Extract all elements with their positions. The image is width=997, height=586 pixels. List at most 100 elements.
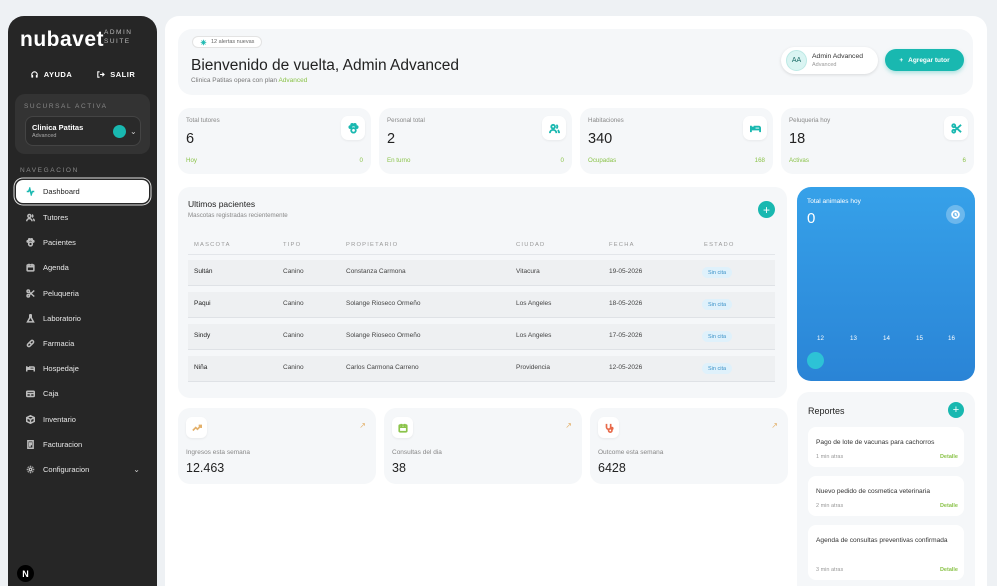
clock-icon[interactable] — [946, 205, 965, 224]
section-title: Reportes — [808, 406, 845, 416]
column-header: FECHA — [609, 242, 635, 248]
branch-section-title: SUCURSAL ACTIVA — [24, 103, 108, 110]
trend-up-icon — [186, 417, 207, 438]
logo-subtitle: ADMIN SUITE — [104, 29, 133, 45]
arrow-up-right-icon[interactable]: ↗ — [565, 421, 572, 430]
kpi-value: 6428 — [598, 461, 626, 475]
axis-tick: 14 — [883, 335, 890, 342]
logout-button[interactable]: SALIR — [96, 70, 135, 79]
axis-tick: 12 — [817, 335, 824, 342]
report-item[interactable]: Agenda de consultas preventivas confirma… — [808, 525, 964, 580]
status-badge: Sin cita — [702, 267, 733, 278]
chevron-down-icon: ⌄ — [133, 464, 140, 474]
user-profile[interactable]: AA Admin Advanced Advanced — [781, 47, 878, 74]
table-row[interactable]: Sindy Canino Solange Rioseco Ormeño Los … — [188, 324, 775, 350]
activity-icon — [26, 187, 35, 196]
sidebar-item-peluqueria[interactable]: Peluqueria — [16, 281, 149, 306]
report-item[interactable]: Nuevo pedido de cosmetica veterinaria 2 … — [808, 476, 964, 516]
section-title: Ultimos pacientes — [188, 199, 256, 209]
axis-tick: 16 — [948, 335, 955, 342]
invoice-icon — [27, 439, 34, 449]
page-title: Bienvenido de vuelta, Admin Advanced — [191, 57, 459, 74]
detail-link[interactable]: Detalle — [940, 567, 958, 573]
recent-patients-card: Ultimos pacientes Mascotas registradas r… — [178, 187, 787, 398]
stat-value: 18 — [789, 131, 806, 147]
bed-icon — [743, 116, 767, 140]
column-header: TIPO — [283, 242, 302, 248]
column-header: MASCOTA — [194, 242, 231, 248]
detail-link[interactable]: Detalle — [940, 454, 958, 460]
scissors-icon — [26, 288, 35, 298]
sidebar-item-laboratorio[interactable]: Laboratorio — [16, 306, 149, 331]
sidebar-item-hospedaje[interactable]: Hospedaje — [16, 356, 149, 381]
reports-panel: Reportes + Pago de lote de vacunas para … — [797, 392, 975, 586]
branch-name: Clinica Patitas — [32, 123, 84, 132]
users-icon — [542, 116, 566, 140]
add-patient-button[interactable]: + — [758, 201, 775, 218]
arrow-up-right-icon[interactable]: ↗ — [359, 421, 366, 430]
add-report-button[interactable]: + — [948, 402, 964, 418]
stat-value: 340 — [588, 131, 613, 147]
page-subtitle: Clinica Patitas opera con plan Advanced — [191, 77, 308, 84]
sparkle-icon — [200, 39, 207, 45]
headset-icon — [31, 71, 38, 78]
sidebar: nubavet ADMIN SUITE AYUDA SALIR SUCURSAL … — [8, 16, 157, 586]
table-row[interactable]: Sultán Canino Constanza Carmona Vitacura… — [188, 260, 775, 286]
sidebar-item-inventario[interactable]: Inventario — [16, 407, 149, 432]
bed-icon — [26, 366, 35, 372]
status-badge: Sin cita — [702, 363, 733, 374]
sidebar-item-facturacion[interactable]: Facturacion — [16, 432, 149, 457]
column-header: PROPIETARIO — [346, 242, 399, 248]
active-branch-panel: SUCURSAL ACTIVA Clinica Patitas Advanced… — [15, 94, 150, 154]
flask-icon — [26, 313, 35, 323]
detail-link[interactable]: Detalle — [940, 503, 958, 509]
kpi-card-income: ↗ Ingresos esta semana 12.463 — [178, 408, 376, 484]
paw-icon — [341, 116, 365, 140]
arrow-up-right-icon[interactable]: ↗ — [771, 421, 778, 430]
main-content: 12 alertas nuevas Bienvenido de vuelta, … — [165, 16, 987, 586]
cashbox-icon — [26, 390, 35, 398]
pill-icon — [26, 339, 35, 348]
n-badge-icon[interactable]: N — [17, 565, 34, 582]
axis-tick: 13 — [850, 335, 857, 342]
stat-card-tutores: Total tutores 6 Hoy 0 — [178, 108, 371, 174]
avatar: AA — [786, 50, 807, 71]
sidebar-item-dashboard[interactable]: Dashboard — [16, 180, 149, 203]
calendar-icon — [26, 264, 35, 273]
stat-card-habitaciones: Habitaciones 340 Ocupadas 168 — [580, 108, 773, 174]
welcome-header: 12 alertas nuevas Bienvenido de vuelta, … — [178, 29, 973, 95]
sidebar-item-pacientes[interactable]: Pacientes — [16, 230, 149, 255]
stat-card-personal: Personal total 2 En turno 0 — [379, 108, 572, 174]
report-item[interactable]: Pago de lote de vacunas para cachorros 1… — [808, 427, 964, 467]
branch-plan: Advanced — [32, 133, 57, 139]
axis-tick: 15 — [916, 335, 923, 342]
stat-value: 2 — [387, 131, 396, 147]
animals-count: 0 — [807, 210, 816, 227]
calendar-icon — [392, 417, 413, 438]
plus-icon: + — [899, 56, 904, 64]
stethoscope-icon — [598, 417, 619, 438]
branch-selector[interactable]: Clinica Patitas Advanced ⌄ — [25, 116, 141, 146]
table-row[interactable]: Paqui Canino Solange Rioseco Ormeño Los … — [188, 292, 775, 318]
sidebar-item-configuracion[interactable]: Configuracion ⌄ — [16, 457, 149, 482]
column-header: CIUDAD — [516, 242, 546, 248]
sidebar-item-agenda[interactable]: Agenda — [16, 255, 149, 280]
logout-icon — [97, 71, 106, 78]
sidebar-item-farmacia[interactable]: Farmacia — [16, 331, 149, 356]
user-name: Admin Advanced — [812, 53, 864, 60]
sidebar-item-caja[interactable]: Caja — [16, 381, 149, 406]
column-header: ESTADO — [704, 242, 735, 248]
table-row[interactable]: Niña Canino Carlos Carmona Carreno Provi… — [188, 356, 775, 382]
plan-name: Advanced — [278, 77, 308, 84]
kpi-value: 12.463 — [186, 461, 225, 475]
status-badge: Sin cita — [702, 299, 733, 310]
kpi-card-outcome: ↗ Outcome esta semana 6428 — [590, 408, 788, 484]
help-button[interactable]: AYUDA — [30, 70, 72, 79]
sidebar-item-tutores[interactable]: Tutores — [16, 205, 149, 230]
alerts-badge[interactable]: 12 alertas nuevas — [192, 36, 263, 48]
gear-icon — [26, 465, 35, 474]
add-tutor-button[interactable]: + Agregar tutor — [885, 49, 964, 71]
nav-section-title: NAVEGACION — [20, 167, 79, 174]
kpi-value: 38 — [392, 461, 406, 475]
divider — [188, 254, 775, 255]
